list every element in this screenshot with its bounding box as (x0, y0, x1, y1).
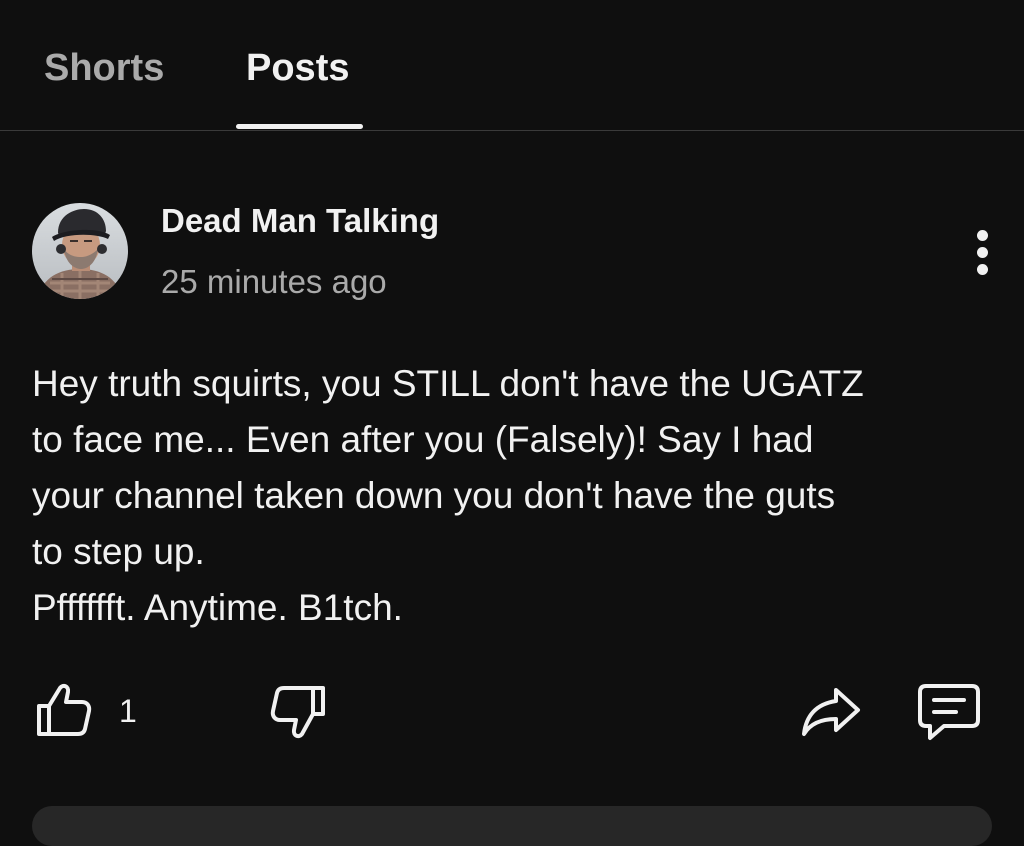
comment-button[interactable] (916, 682, 982, 742)
active-tab-indicator (236, 124, 363, 129)
tab-shorts[interactable]: Shorts (44, 44, 164, 92)
thumb-up-icon (37, 683, 92, 736)
post-line: to step up. (32, 531, 205, 572)
more-dot (976, 229, 988, 241)
more-vert-icon[interactable] (960, 222, 1004, 282)
post-line: your channel taken down you don't have t… (32, 475, 836, 516)
share-icon (802, 688, 860, 736)
post-line: to face me... Even after you (Falsely)! … (32, 419, 814, 460)
avatar-image (32, 203, 128, 299)
thumb-down-icon (270, 686, 325, 739)
tab-posts[interactable]: Posts (246, 44, 349, 92)
more-dot (976, 263, 988, 275)
comment-icon (918, 684, 980, 740)
share-button[interactable] (800, 684, 864, 740)
post-body: Hey truth squirts, you STILL don't have … (32, 356, 992, 636)
more-dot (976, 246, 988, 258)
comment-input-bar[interactable] (32, 806, 992, 846)
post-line: Pfffffft. Anytime. B1tch. (32, 587, 403, 628)
author-avatar[interactable] (32, 203, 128, 299)
post-author[interactable]: Dead Man Talking (161, 200, 439, 242)
post-line: Hey truth squirts, you STILL don't have … (32, 363, 864, 404)
like-button[interactable] (34, 680, 94, 740)
like-count: 1 (119, 693, 137, 729)
channel-tabs: Shorts Posts (0, 0, 1024, 131)
post-timestamp: 25 minutes ago (161, 263, 387, 300)
dislike-button[interactable] (268, 682, 328, 742)
